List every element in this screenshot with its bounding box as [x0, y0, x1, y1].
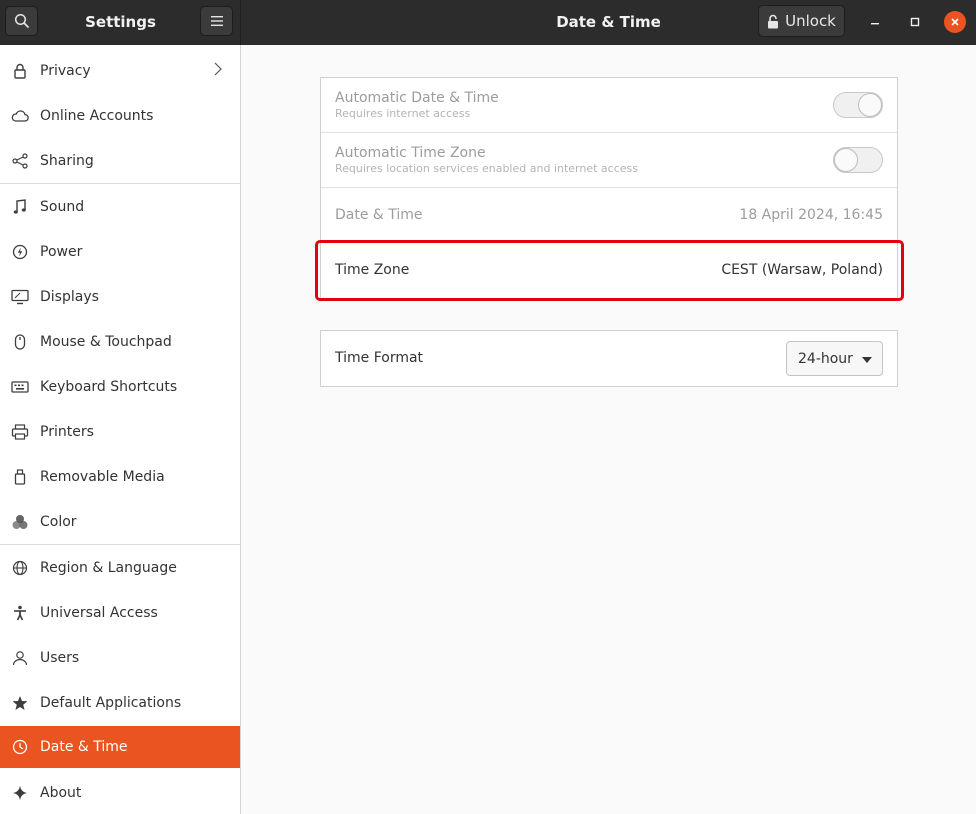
- time-zone-highlight-box: [315, 240, 904, 301]
- sidebar-item-label: Power: [40, 243, 83, 260]
- sidebar-item-power[interactable]: Power: [0, 229, 240, 274]
- time-format-dropdown[interactable]: 24-hour: [786, 341, 883, 376]
- sidebar-item-date-time[interactable]: Date & Time: [0, 726, 240, 768]
- lock-icon: [0, 63, 40, 79]
- sidebar-item-removable-media[interactable]: Removable Media: [0, 454, 240, 499]
- unlock-button[interactable]: Unlock: [758, 5, 845, 37]
- sidebar-item-region-language[interactable]: Region & Language: [0, 545, 240, 590]
- time-format-row: Time Format 24-hour: [321, 331, 897, 386]
- hamburger-menu-icon: [210, 16, 223, 26]
- power-icon: [0, 244, 40, 260]
- color-icon: [0, 514, 40, 530]
- time-format-selected: 24-hour: [798, 350, 853, 367]
- star-icon: [0, 695, 40, 711]
- printer-icon: [0, 423, 40, 440]
- row-title: Date & Time: [335, 207, 423, 223]
- chevron-right-icon: [214, 62, 222, 80]
- sidebar-item-label: Displays: [40, 288, 99, 305]
- sidebar-item-printers[interactable]: Printers: [0, 409, 240, 454]
- keyboard-icon: [0, 380, 40, 393]
- sidebar-item-label: Sound: [40, 198, 85, 215]
- close-button[interactable]: [944, 11, 966, 33]
- sidebar-item-displays[interactable]: Displays: [0, 274, 240, 319]
- automatic-time-zone-row[interactable]: Automatic Time Zone Requires location se…: [321, 133, 897, 188]
- sidebar-item-label: Color: [40, 513, 77, 530]
- share-icon: [0, 152, 40, 169]
- sidebar-item-online-accounts[interactable]: Online Accounts: [0, 93, 240, 138]
- sidebar-item-label: Mouse & Touchpad: [40, 333, 172, 350]
- maximize-icon: [910, 17, 920, 27]
- display-icon: [0, 289, 40, 305]
- primary-menu-button[interactable]: [200, 6, 233, 36]
- close-icon: [951, 18, 959, 26]
- minimize-button[interactable]: [864, 11, 886, 33]
- time-format-list: Time Format 24-hour: [320, 330, 898, 387]
- row-subtitle: Requires location services enabled and i…: [335, 162, 638, 175]
- row-subtitle: Requires internet access: [335, 107, 471, 120]
- sidebar-item-label: Privacy: [40, 62, 91, 79]
- sidebar-item-keyboard-shortcuts[interactable]: Keyboard Shortcuts: [0, 364, 240, 409]
- sidebar-item-color[interactable]: Color: [0, 499, 240, 544]
- accessibility-icon: [0, 605, 40, 621]
- globe-icon: [0, 560, 40, 576]
- automatic-date-time-switch[interactable]: [833, 92, 883, 118]
- main-content: Automatic Date & Time Requires internet …: [241, 45, 976, 814]
- sidebar-item-universal-access[interactable]: Universal Access: [0, 590, 240, 635]
- sidebar-item-label: Sharing: [40, 152, 94, 169]
- sidebar-item-label: Online Accounts: [40, 107, 154, 124]
- sidebar-item-label: Removable Media: [40, 468, 165, 485]
- cloud-icon: [0, 109, 40, 122]
- sidebar-item-label: Region & Language: [40, 559, 177, 576]
- header-bar: Settings Date & Time Unlock: [0, 0, 976, 45]
- sidebar-header: Settings: [0, 0, 241, 45]
- date-time-row[interactable]: Date & Time 18 April 2024, 16:45: [321, 188, 897, 243]
- row-title: Automatic Date & Time: [335, 90, 499, 106]
- sidebar-item-label: Users: [40, 649, 80, 666]
- users-icon: [0, 650, 40, 666]
- clock-icon: [0, 739, 40, 755]
- sparkle-icon: [0, 785, 40, 801]
- sidebar-item-default-applications[interactable]: Default Applications: [0, 680, 240, 725]
- maximize-button[interactable]: [904, 11, 926, 33]
- sidebar-item-label: Keyboard Shortcuts: [40, 378, 178, 395]
- sidebar-item-privacy[interactable]: Privacy: [0, 48, 240, 93]
- date-time-value: 18 April 2024, 16:45: [739, 207, 883, 223]
- sidebar: Privacy Online Accounts Sharing Sound Po…: [0, 45, 241, 814]
- sidebar-item-users[interactable]: Users: [0, 635, 240, 680]
- unlock-label: Unlock: [785, 12, 836, 30]
- chevron-down-icon: [862, 357, 872, 363]
- sidebar-item-sharing[interactable]: Sharing: [0, 138, 240, 183]
- automatic-time-zone-switch[interactable]: [833, 147, 883, 173]
- usb-drive-icon: [0, 468, 40, 485]
- switch-knob: [858, 93, 882, 117]
- sidebar-item-about[interactable]: About: [0, 770, 240, 814]
- row-title: Automatic Time Zone: [335, 145, 486, 161]
- mouse-icon: [0, 333, 40, 350]
- switch-knob: [834, 148, 858, 172]
- minimize-icon: [871, 23, 879, 25]
- sidebar-item-sound[interactable]: Sound: [0, 184, 240, 229]
- row-title: Time Format: [335, 350, 424, 366]
- sidebar-item-label: Printers: [40, 423, 94, 440]
- sidebar-item-label: Default Applications: [40, 694, 182, 711]
- automatic-date-time-row[interactable]: Automatic Date & Time Requires internet …: [321, 78, 897, 133]
- sidebar-item-label: Universal Access: [40, 604, 158, 621]
- music-note-icon: [0, 198, 40, 215]
- sidebar-item-label: About: [40, 784, 82, 801]
- sidebar-item-label: Date & Time: [40, 739, 128, 755]
- lock-icon: [768, 14, 779, 28]
- sidebar-item-mouse-touchpad[interactable]: Mouse & Touchpad: [0, 319, 240, 364]
